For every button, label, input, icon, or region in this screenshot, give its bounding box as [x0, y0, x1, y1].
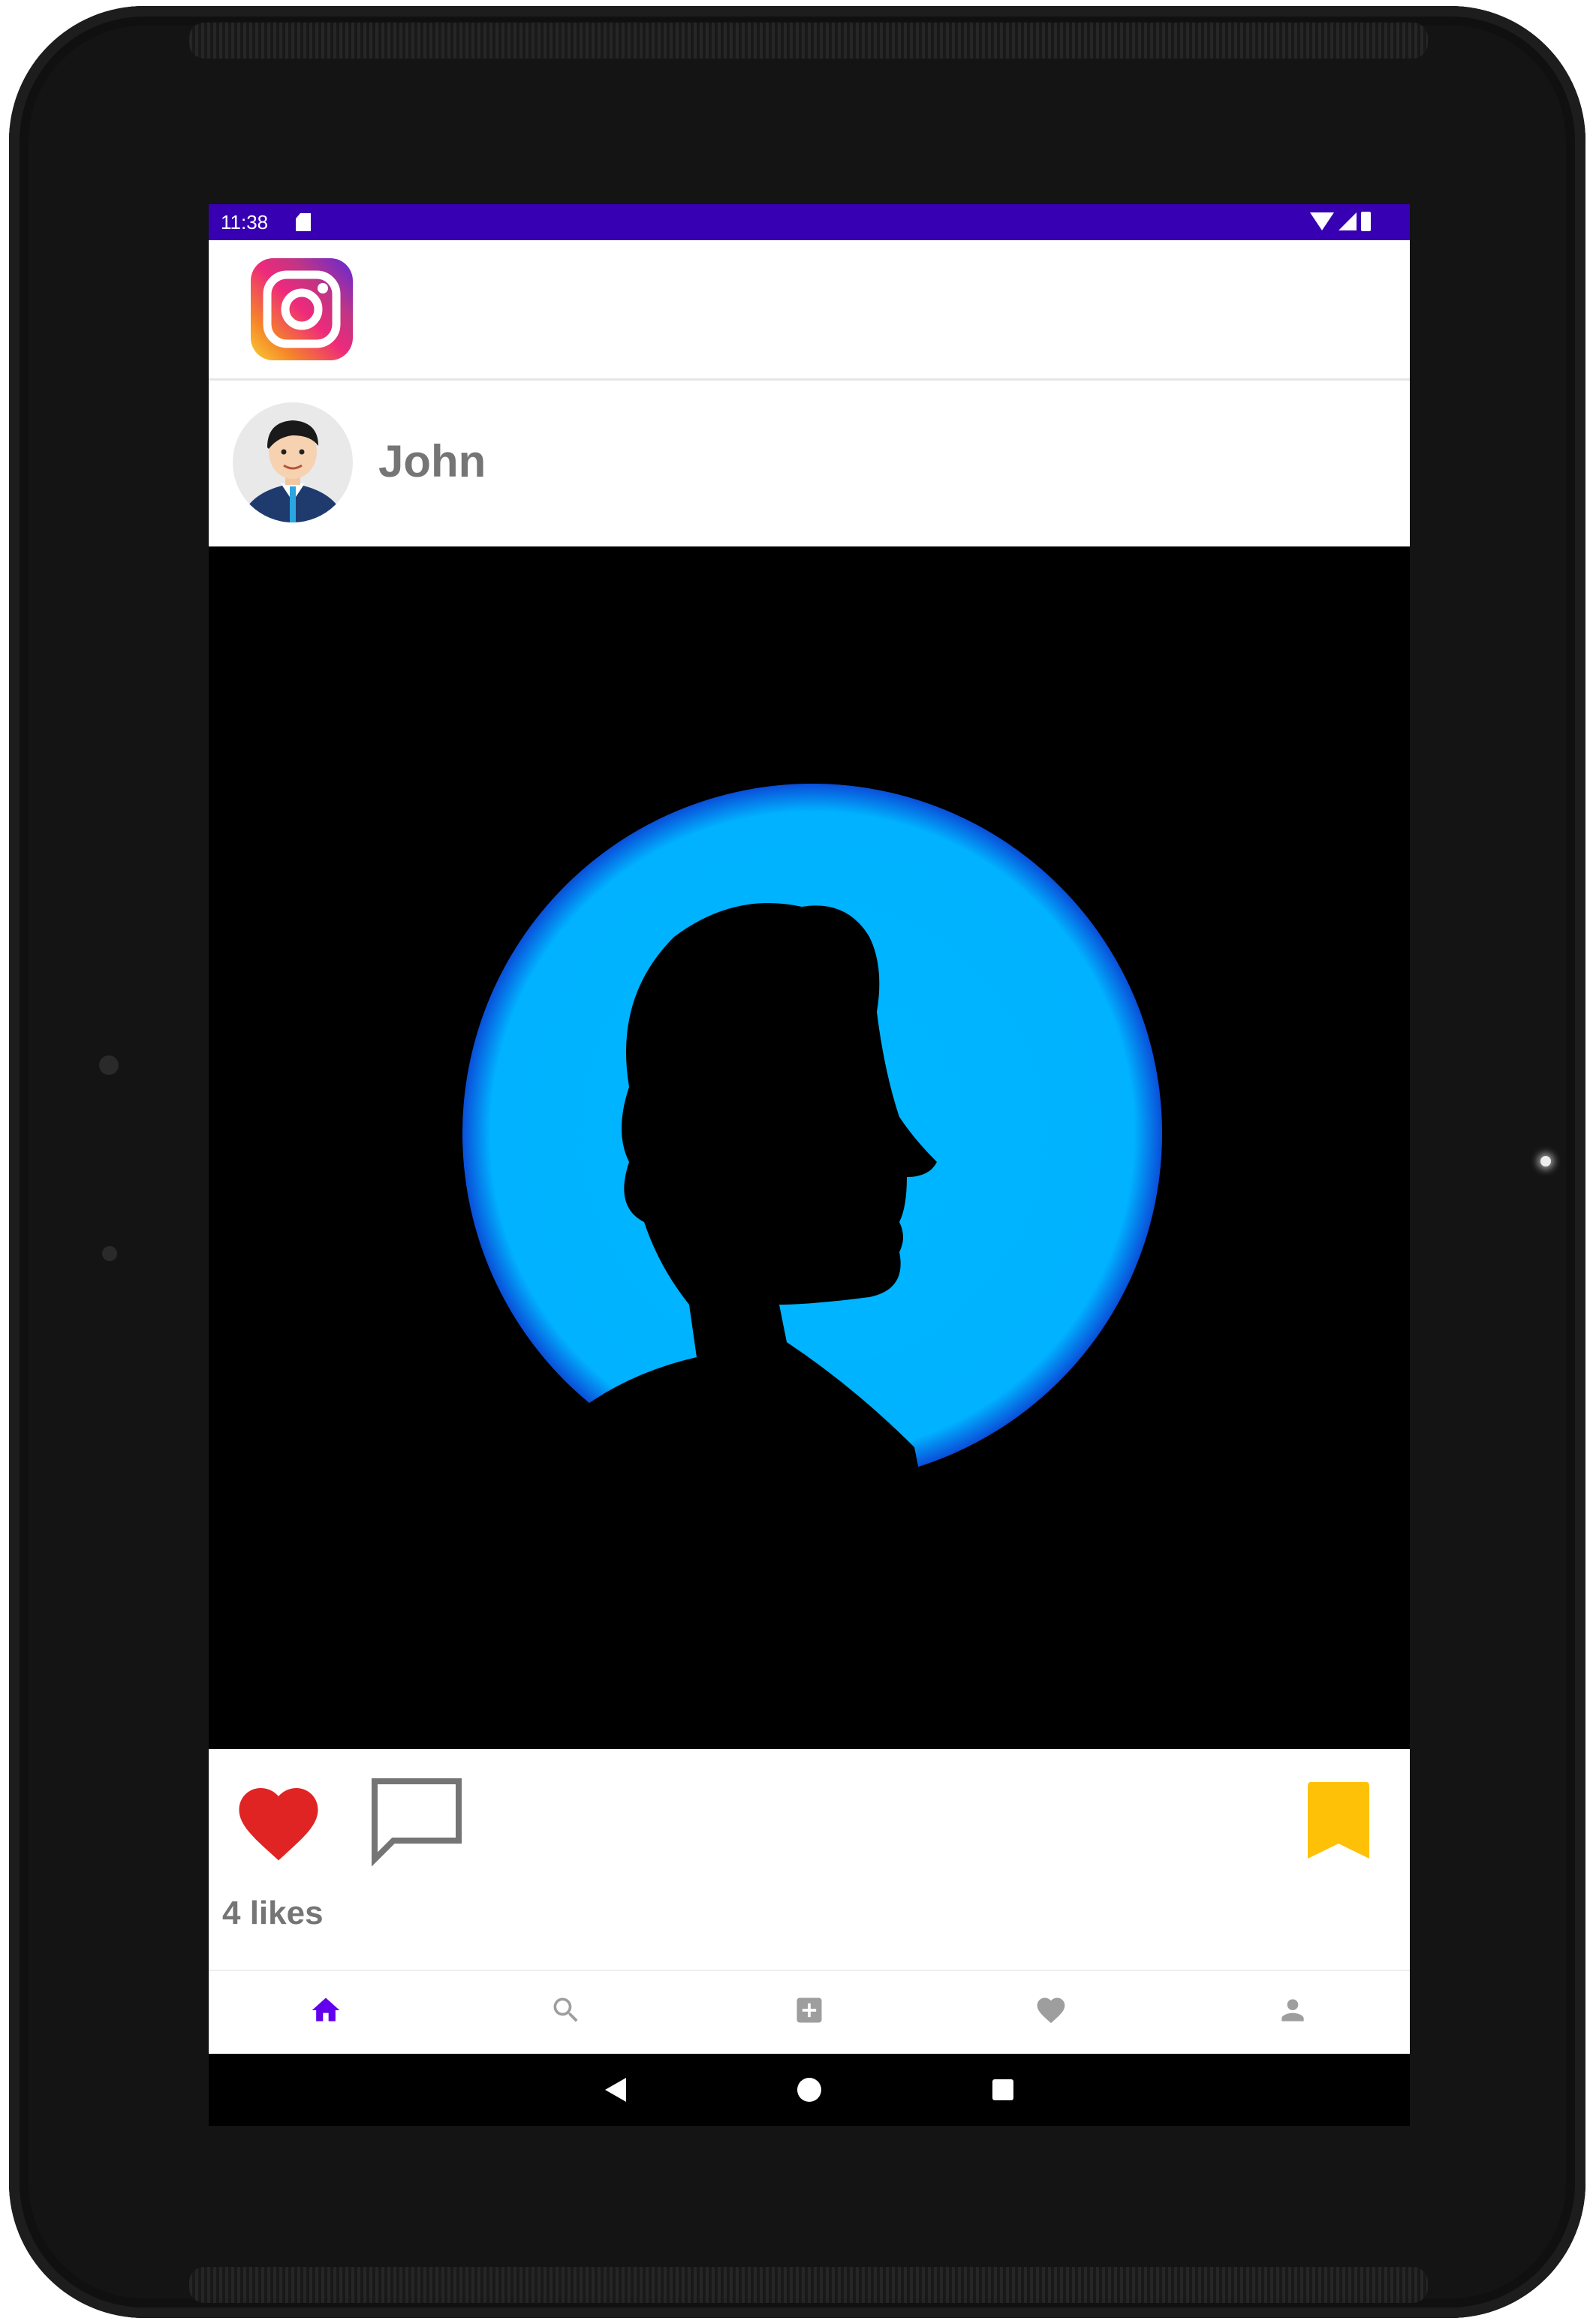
- bottom-speaker-grille: [189, 2267, 1428, 2303]
- search-icon[interactable]: [550, 1994, 583, 2027]
- home-button-icon[interactable]: [797, 2078, 821, 2102]
- recent-apps-icon[interactable]: [992, 2079, 1013, 2100]
- status-icons: [1310, 212, 1371, 231]
- system-navigation-bar: [209, 2054, 1410, 2126]
- app-bar: [209, 240, 1410, 381]
- post-header: John: [209, 381, 1410, 546]
- heart-icon[interactable]: [1034, 1994, 1068, 2027]
- likes-count: 4 likes: [222, 1895, 324, 1931]
- top-speaker-grille: [189, 23, 1428, 59]
- signal-icon: [1339, 212, 1357, 230]
- battery-icon: [1361, 212, 1371, 231]
- tablet-frame: 11:38 John 4 likes: [9, 6, 1585, 2318]
- post-actions: 4 likes: [209, 1749, 1410, 1931]
- sensor-dot: [102, 1246, 117, 1261]
- bottom-navigation: [209, 1970, 1410, 2055]
- side-led: [1540, 1156, 1551, 1167]
- home-icon[interactable]: [309, 1994, 342, 2027]
- add-box-icon[interactable]: [793, 1994, 826, 2027]
- back-icon[interactable]: [605, 2078, 626, 2102]
- sd-card-icon: [296, 213, 311, 231]
- heart-icon[interactable]: [231, 1776, 326, 1863]
- instagram-logo-icon[interactable]: [251, 258, 353, 360]
- wifi-icon: [1310, 212, 1334, 230]
- screen: 11:38 John 4 likes: [209, 204, 1410, 2126]
- avatar[interactable]: [233, 402, 353, 522]
- bookmark-icon[interactable]: [1305, 1779, 1372, 1862]
- status-time: 11:38: [221, 211, 269, 233]
- status-bar: 11:38: [209, 204, 1410, 240]
- front-camera: [99, 1055, 119, 1075]
- comment-icon[interactable]: [369, 1776, 464, 1867]
- post-image[interactable]: [209, 546, 1410, 1749]
- person-icon[interactable]: [1276, 1994, 1309, 2027]
- username[interactable]: John: [378, 435, 486, 487]
